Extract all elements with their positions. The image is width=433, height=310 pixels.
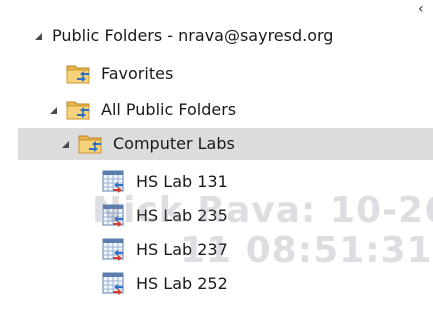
tree-item-label: Computer Labs: [113, 134, 235, 153]
tree-item-public-folders-root[interactable]: Public Folders - nrava@sayresd.org: [0, 20, 420, 52]
expanded-triangle-icon[interactable]: [50, 106, 57, 114]
tree-item-label: HS Lab 131: [136, 172, 228, 191]
tree-item-label: HS Lab 237: [136, 240, 228, 259]
tree-item-hs-lab-131[interactable]: HS Lab 131: [0, 166, 433, 198]
tree-item-hs-lab-252[interactable]: HS Lab 252: [0, 268, 433, 300]
expanded-triangle-icon[interactable]: [62, 140, 69, 148]
tree-item-label: HS Lab 235: [136, 206, 228, 225]
calendar-icon: [102, 272, 126, 296]
calendar-icon: [102, 170, 126, 194]
public-folder-icon: [78, 133, 104, 155]
tree-item-all-public-folders[interactable]: All Public Folders: [0, 94, 433, 126]
public-folder-icon: [66, 99, 92, 121]
tree-item-hs-lab-237[interactable]: HS Lab 237: [0, 234, 433, 266]
tree-item-label: Favorites: [101, 64, 174, 83]
tree-item-computer-labs[interactable]: Computer Labs: [18, 128, 433, 160]
calendar-icon: [102, 238, 126, 262]
expanded-triangle-icon[interactable]: [35, 32, 42, 40]
tree-item-label: HS Lab 252: [136, 274, 228, 293]
collapse-pane-icon[interactable]: ‹: [418, 2, 424, 16]
tree-item-label: All Public Folders: [101, 100, 237, 119]
public-folder-icon: [66, 63, 92, 85]
calendar-icon: [102, 204, 126, 228]
folder-pane: ‹ Public Folders - nrava@sayresd.org Fav…: [0, 0, 433, 310]
tree-item-hs-lab-235[interactable]: HS Lab 235: [0, 200, 433, 232]
tree-item-label: Public Folders - nrava@sayresd.org: [52, 26, 334, 45]
tree-item-favorites[interactable]: Favorites: [0, 58, 433, 90]
